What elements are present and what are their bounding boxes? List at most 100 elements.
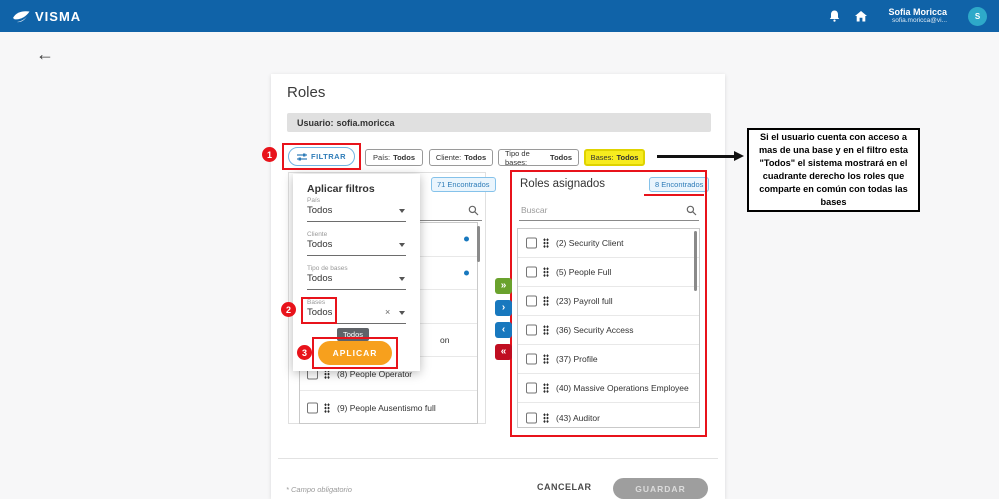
footer-divider [278, 458, 718, 459]
role-label: (2) Security Client [556, 238, 624, 248]
chip-tipo-bases-value: Todos [550, 153, 572, 162]
list-item[interactable]: (23) Payroll full [518, 287, 699, 316]
screen: VISMA Sofia Moricca sofia.moricca@vi... … [0, 0, 999, 499]
assigned-count-badge: 8 Encontrados [649, 177, 710, 192]
chip-bases-highlighted[interactable]: Bases: Todos [584, 149, 645, 166]
assigned-search-input[interactable] [521, 205, 661, 215]
chevron-down-icon[interactable] [399, 311, 405, 315]
back-arrow-icon[interactable]: ← [36, 44, 54, 65]
aplicar-button[interactable]: APLICAR [318, 341, 392, 365]
notifications-bell-icon[interactable] [828, 10, 841, 23]
role-label: (9) People Ausentismo full [337, 402, 436, 413]
user-menu[interactable]: Sofia Moricca sofia.moricca@vi... [888, 7, 947, 25]
move-all-left-button[interactable]: « [495, 344, 512, 360]
chip-cliente-label: Cliente: [435, 153, 462, 162]
filter-field-bases-value: Todos [307, 307, 333, 318]
field-underline [307, 289, 406, 290]
filter-field-pais[interactable]: País Todos [307, 197, 406, 216]
chevron-down-icon[interactable] [399, 277, 405, 281]
available-search-icon[interactable] [468, 203, 479, 221]
row-checkbox[interactable] [526, 237, 537, 249]
assigned-list-scrollbar[interactable] [694, 231, 697, 291]
bases-tooltip: Todos [337, 328, 369, 341]
chip-tipo-bases-label: Tipo de bases: [505, 148, 530, 167]
row-checkbox[interactable] [307, 402, 318, 414]
chip-pais[interactable]: País: Todos [365, 149, 423, 166]
assigned-search-icon[interactable] [686, 203, 697, 221]
list-item[interactable]: (37) Profile [518, 345, 699, 374]
field-underline [307, 255, 406, 256]
drag-handle-icon[interactable] [543, 296, 549, 306]
row-checkbox[interactable] [526, 412, 537, 423]
field-underline [307, 323, 406, 324]
move-left-button[interactable]: ‹ [495, 322, 512, 338]
annotation-note-text: Si el usuario cuenta con acceso a mas de… [758, 132, 909, 207]
filtrar-label: FILTRAR [310, 152, 347, 161]
drag-handle-icon[interactable] [543, 354, 549, 364]
annotation-note-box: Si el usuario cuenta con acceso a mas de… [747, 128, 920, 212]
user-name: Sofia Moricca [888, 7, 947, 18]
row-checkbox[interactable] [526, 295, 537, 307]
list-item[interactable]: (2) Security Client [518, 229, 699, 258]
required-field-note: * Campo obligatorio [286, 485, 352, 494]
chevron-down-icon[interactable] [399, 209, 405, 213]
clear-field-icon[interactable]: × [385, 307, 390, 317]
drag-handle-icon[interactable] [543, 267, 549, 277]
move-all-right-button[interactable]: » [495, 278, 512, 294]
chip-cliente[interactable]: Cliente: Todos [429, 149, 493, 166]
row-checkbox[interactable] [526, 353, 537, 365]
chip-bases-value: Todos [616, 153, 639, 162]
filter-sliders-icon [296, 153, 307, 160]
user-bar-value: sofia.moricca [336, 117, 395, 128]
drag-handle-icon[interactable] [543, 325, 549, 335]
filter-field-pais-value: Todos [307, 205, 333, 216]
filter-field-tipo-bases-label: Tipo de bases [307, 265, 348, 272]
row-checkbox[interactable] [526, 266, 537, 278]
field-underline [307, 221, 406, 222]
home-icon[interactable] [854, 10, 867, 23]
step-2-marker: 2 [281, 302, 296, 317]
visma-logo[interactable]: VISMA [12, 9, 81, 24]
chip-cliente-value: Todos [464, 153, 487, 162]
step-3-marker: 3 [297, 345, 312, 360]
filter-field-tipo-bases[interactable]: Tipo de bases Todos [307, 265, 406, 284]
assigned-indicator-dot [464, 270, 469, 276]
filter-field-bases-label: Bases [307, 299, 326, 306]
filter-field-tipo-bases-value: Todos [307, 273, 333, 284]
chip-pais-label: País: [372, 153, 391, 162]
brand-name: VISMA [35, 8, 82, 24]
step-1-marker: 1 [262, 147, 277, 162]
user-bar-label: Usuario: [297, 117, 334, 128]
row-checkbox[interactable] [526, 382, 537, 394]
chevron-down-icon[interactable] [399, 243, 405, 247]
list-item[interactable]: (43) Auditor [518, 403, 699, 427]
row-checkbox[interactable] [526, 324, 537, 336]
role-label: (36) Security Access [556, 325, 634, 335]
drag-handle-icon[interactable] [543, 383, 549, 393]
chip-tipo-bases[interactable]: Tipo de bases: Todos [498, 148, 579, 167]
available-list-scrollbar[interactable] [477, 226, 480, 262]
user-email: sofia.moricca@vi... [892, 17, 947, 25]
list-item[interactable]: (40) Massive Operations Employee [518, 374, 699, 403]
drag-handle-icon[interactable] [543, 412, 549, 423]
drag-handle-icon[interactable] [543, 238, 549, 248]
list-item[interactable]: (9) People Ausentismo full [300, 391, 477, 423]
list-item[interactable]: (36) Security Access [518, 316, 699, 345]
filter-field-bases[interactable]: Bases Todos [307, 299, 406, 318]
chip-bases-label: Bases: [590, 153, 614, 162]
list-item[interactable]: (5) People Full [518, 258, 699, 287]
available-count-badge: 71 Encontrados [431, 177, 496, 192]
filter-field-cliente[interactable]: Cliente Todos [307, 231, 406, 250]
role-label: (43) Auditor [556, 412, 600, 423]
cancel-button[interactable]: CANCELAR [537, 482, 592, 492]
assigned-indicator-dot [464, 236, 469, 242]
move-right-button[interactable]: › [495, 300, 512, 316]
filtrar-button[interactable]: FILTRAR [288, 147, 355, 166]
badge-red-underline [644, 194, 704, 196]
filter-field-cliente-value: Todos [307, 239, 333, 250]
visma-swoosh-icon [13, 10, 30, 22]
annotation-arrow-head [734, 151, 744, 161]
avatar[interactable]: S [968, 6, 987, 26]
drag-handle-icon[interactable] [324, 402, 330, 413]
save-button[interactable]: GUARDAR [613, 478, 708, 499]
